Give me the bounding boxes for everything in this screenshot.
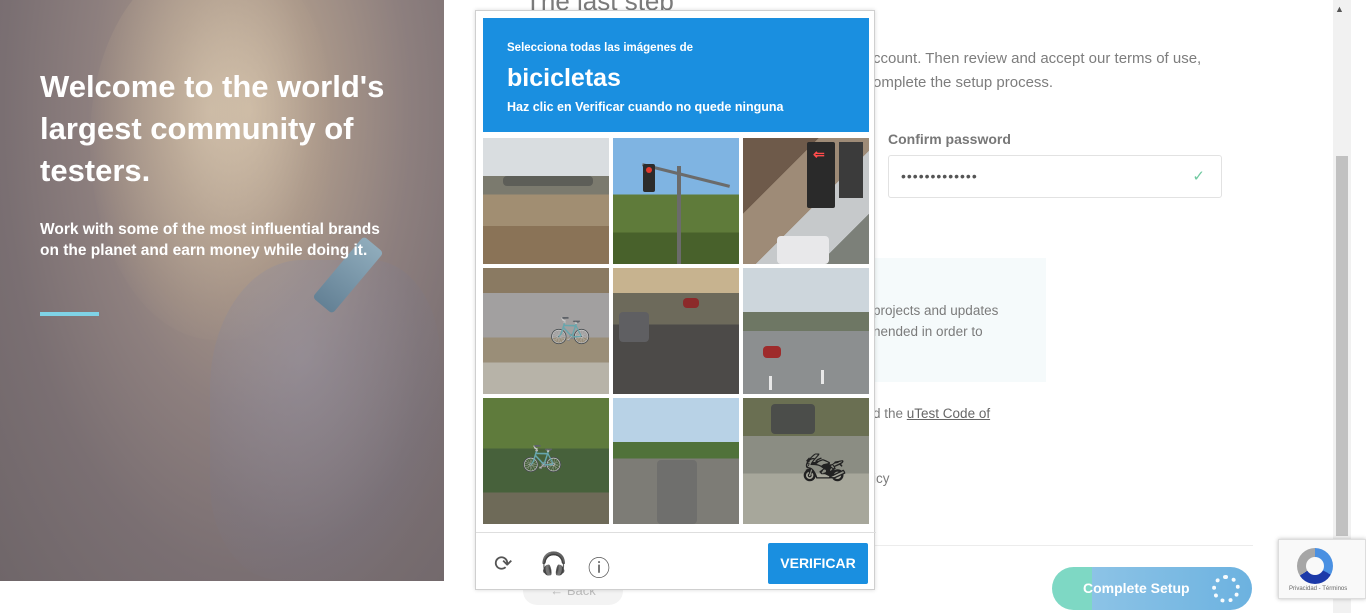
traffic-light-icon: ⇐ <box>807 142 835 208</box>
code-of-conduct-text: d the uTest Code of <box>873 406 990 421</box>
captcha-tile-7[interactable]: 🚲 <box>483 398 609 524</box>
traffic-light-icon <box>839 142 863 198</box>
recaptcha-links[interactable]: Privacidad - Términos <box>1289 586 1347 592</box>
policy-link-fragment[interactable]: icy <box>873 471 890 486</box>
hero-subtitle: Work with some of the most influential b… <box>40 221 380 259</box>
captcha-footer: ⟳ 🎧 ⓘ VERIFICAR <box>476 532 876 591</box>
info-icon[interactable]: ⓘ <box>588 551 610 583</box>
signal-arm <box>641 163 731 188</box>
reload-icon[interactable]: ⟳ <box>494 551 512 577</box>
signal-pole <box>677 166 681 264</box>
car-shape <box>771 404 815 434</box>
car-shape <box>777 236 829 264</box>
car-shape <box>683 298 699 308</box>
captcha-tile-2[interactable] <box>613 138 739 264</box>
captcha-hint: Haz clic en Verificar cuando no quede ni… <box>507 100 784 114</box>
captcha-tile-9[interactable]: 🏍 <box>743 398 869 524</box>
hero-panel: Welcome to the world's largest community… <box>0 0 444 581</box>
captcha-tile-8[interactable] <box>613 398 739 524</box>
hero-accent-line <box>40 312 99 316</box>
complete-setup-label: Complete Setup <box>1083 580 1190 596</box>
confirm-password-field[interactable]: ••••••••••••• ✓ <box>888 155 1222 198</box>
red-light <box>646 167 652 173</box>
captcha-tile-3[interactable]: ⇐ <box>743 138 869 264</box>
headphones-icon[interactable]: 🎧 <box>540 551 567 577</box>
code-prefix: d the <box>873 406 907 421</box>
road-line <box>769 376 772 390</box>
form-intro-text: ccount. Then review and accept our terms… <box>873 50 1202 91</box>
car-shape <box>619 312 649 342</box>
overpass-shape <box>503 176 593 186</box>
captcha-instruction: Selecciona todas las imágenes de <box>507 42 693 54</box>
hero-title: Welcome to the world's largest community… <box>40 69 385 188</box>
complete-setup-button[interactable]: Complete Setup <box>1052 567 1252 610</box>
verify-button[interactable]: VERIFICAR <box>768 543 868 584</box>
captcha-challenge: Selecciona todas las imágenes de bicicle… <box>475 10 876 591</box>
car-shape <box>763 346 781 358</box>
loading-spinner-icon <box>1212 575 1240 603</box>
left-arrow-icon: ⇐ <box>813 146 825 162</box>
captcha-header: Selecciona todas las imágenes de bicicle… <box>483 18 869 132</box>
captcha-tile-4[interactable]: 🚲 <box>483 268 609 394</box>
page: Welcome to the world's largest community… <box>0 0 1366 613</box>
bicycle-icon: 🚲 <box>549 307 592 345</box>
recaptcha-badge[interactable]: Privacidad - Términos <box>1278 539 1366 599</box>
check-icon: ✓ <box>1192 168 1205 185</box>
confirm-password-label: Confirm password <box>888 131 1011 147</box>
confirm-password-value: ••••••••••••• <box>901 168 978 184</box>
info-text: projects and updates nended in order to <box>873 303 999 339</box>
scrollbar-thumb[interactable] <box>1336 156 1348 536</box>
road-shape <box>657 460 697 524</box>
captcha-tile-6[interactable] <box>743 268 869 394</box>
captcha-tile-5[interactable] <box>613 268 739 394</box>
code-of-conduct-link[interactable]: uTest Code of <box>907 406 990 421</box>
road-line <box>821 370 824 384</box>
recaptcha-logo-icon <box>1297 548 1333 584</box>
captcha-tile-1[interactable] <box>483 138 609 264</box>
motorcycle-icon: 🏍 <box>803 449 847 487</box>
scroll-up-icon[interactable]: ▲ <box>1335 4 1344 14</box>
traffic-light-icon <box>643 164 655 192</box>
bicycle-icon: 🚲 <box>521 435 564 473</box>
captcha-target: bicicletas <box>507 64 621 92</box>
form-divider <box>873 545 1253 546</box>
